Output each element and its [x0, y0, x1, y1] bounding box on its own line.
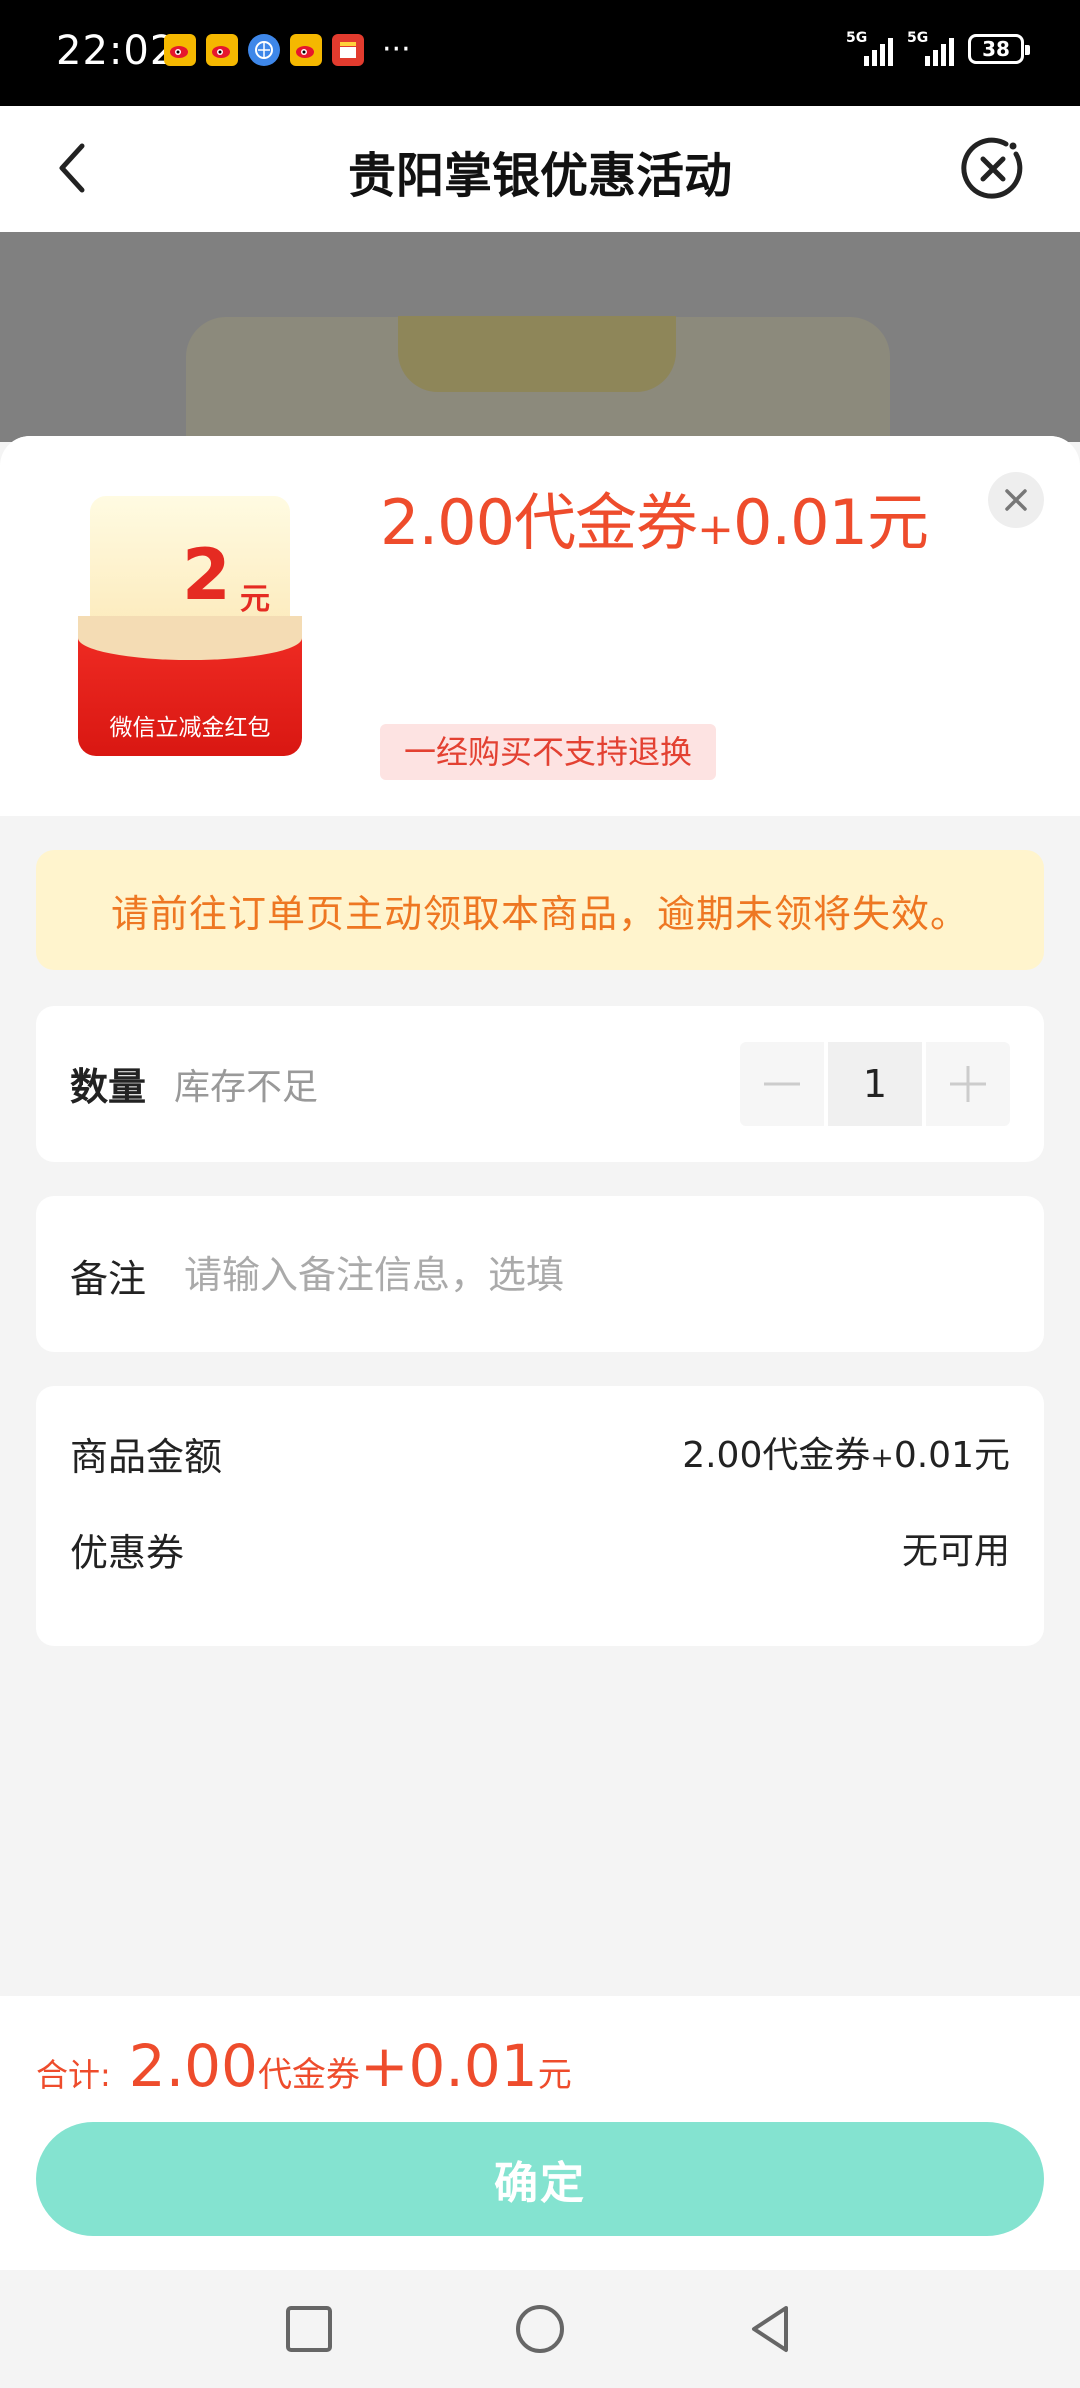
app-icon: [332, 34, 364, 66]
product-header: 2 元 微信立减金红包 2.00代金券+0.01元 一经购买不支持退换: [0, 436, 1080, 816]
weibo-icon: [206, 34, 238, 66]
quantity-value[interactable]: 1: [828, 1042, 922, 1126]
page-title: 贵阳掌银优惠活动: [347, 148, 732, 204]
home-button[interactable]: [511, 2300, 569, 2358]
stock-status: 库存不足: [174, 1067, 319, 1108]
goods-amount-label: 商品金额: [70, 1435, 223, 1479]
close-circle-icon: [961, 137, 1023, 199]
remark-input[interactable]: [184, 1240, 1004, 1310]
quantity-label: 数量: [70, 1065, 147, 1109]
decrease-button[interactable]: [740, 1042, 824, 1126]
weibo-icon: [164, 34, 196, 66]
quantity-card: 数量 库存不足 1: [36, 1006, 1044, 1162]
app-header: 贵阳掌银优惠活动: [0, 106, 1080, 232]
total-cash-unit: 元: [537, 2055, 572, 2095]
coupon-row-label: 优惠券: [70, 1531, 185, 1575]
browser-icon: [248, 34, 280, 66]
notification-icons: ···: [164, 34, 411, 66]
more-notifications-icon: ···: [382, 32, 411, 67]
signal-icon: 5G: [846, 30, 893, 66]
coupon-row[interactable]: 优惠券 无可用: [70, 1522, 1010, 1577]
system-icons: 5G 5G 38: [846, 30, 1030, 66]
goods-amount-row: 商品金额 2.00代金券+0.01元: [70, 1426, 1010, 1481]
total-voucher-value: 2.00: [128, 2032, 258, 2100]
total-voucher-unit: 代金券: [257, 2055, 360, 2095]
close-page-button[interactable]: [956, 132, 1030, 206]
quantity-stepper: 1: [740, 1042, 1010, 1126]
remark-label: 备注: [70, 1257, 147, 1301]
coupon-label: 微信立减金红包: [109, 715, 271, 741]
minus-icon: [764, 1082, 800, 1086]
red-envelope-image: 2 元 微信立减金红包: [78, 496, 302, 756]
dimmed-background[interactable]: [0, 232, 1080, 442]
coupon-unit: 元: [240, 582, 270, 617]
total-label: 合计:: [36, 2056, 111, 2094]
confirm-button[interactable]: 确定: [36, 2122, 1044, 2236]
amount-card: 商品金额 2.00代金券+0.01元 优惠券 无可用: [36, 1386, 1044, 1646]
remark-card: 备注: [36, 1196, 1044, 1352]
back-nav-button[interactable]: [742, 2300, 800, 2358]
plus-icon: [950, 1066, 986, 1102]
close-sheet-button[interactable]: [988, 472, 1044, 528]
envelope-body: 微信立减金红包: [78, 616, 302, 756]
weibo-icon: [290, 34, 322, 66]
status-bar: 22:02 ··· 5G 5G 38: [0, 0, 1080, 106]
coupon-amount: 2: [182, 534, 231, 616]
signal-icon: 5G: [907, 30, 954, 66]
recents-button[interactable]: [280, 2300, 338, 2358]
bottom-action-bar: 合计: 2.00 代金券 +0.01 元 确定: [0, 1996, 1080, 2270]
increase-button[interactable]: [926, 1042, 1010, 1126]
status-time: 22:02: [56, 28, 177, 74]
battery-icon: 38: [968, 34, 1030, 64]
total-price: 合计: 2.00 代金券 +0.01 元: [36, 2032, 572, 2100]
claim-notice: 请前往订单页主动领取本商品，逾期未领将失效。: [36, 850, 1044, 970]
total-cash-value: +0.01: [359, 2032, 538, 2100]
goods-amount-value: 2.00代金券+0.01元: [682, 1435, 1010, 1476]
no-refund-badge: 一经购买不支持退换: [380, 724, 717, 780]
product-price: 2.00代金券+0.01元: [380, 486, 929, 559]
system-nav-bar: [0, 2270, 1080, 2388]
background-tab: [398, 316, 676, 392]
coupon-row-value: 无可用: [901, 1531, 1010, 1572]
close-icon: [1005, 489, 1027, 511]
